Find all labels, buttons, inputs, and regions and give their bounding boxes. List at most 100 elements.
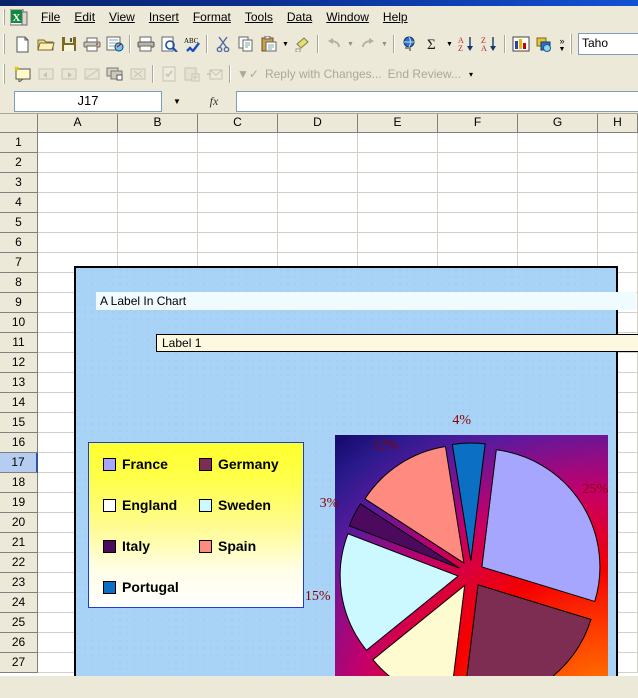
menu-item-view[interactable]: View bbox=[102, 7, 142, 27]
legend-entry-portugal[interactable]: Portugal bbox=[103, 580, 179, 594]
row-header-17[interactable]: 17 bbox=[0, 453, 38, 473]
cell-A4[interactable] bbox=[38, 193, 118, 213]
legend-entry-sweden[interactable]: Sweden bbox=[199, 498, 271, 512]
cell-D5[interactable] bbox=[278, 213, 358, 233]
formula-input[interactable] bbox=[236, 90, 638, 112]
autosum-icon[interactable]: Σ bbox=[421, 33, 444, 55]
cell-G1[interactable] bbox=[518, 133, 598, 153]
row-header-26[interactable]: 26 bbox=[0, 633, 38, 653]
row-header-4[interactable]: 4 bbox=[0, 193, 38, 213]
menu-item-insert[interactable]: Insert bbox=[142, 7, 186, 27]
row-header-12[interactable]: 12 bbox=[0, 353, 38, 373]
cell-D1[interactable] bbox=[278, 133, 358, 153]
row-header-5[interactable]: 5 bbox=[0, 213, 38, 233]
menu-bar-gripper[interactable] bbox=[3, 9, 7, 25]
name-box[interactable]: J17 bbox=[14, 90, 162, 112]
chart-text-label-a[interactable]: A Label In Chart bbox=[96, 292, 636, 310]
row-header-23[interactable]: 23 bbox=[0, 573, 38, 593]
column-header-a[interactable]: A bbox=[38, 114, 118, 133]
menu-item-file[interactable]: File bbox=[34, 7, 67, 27]
cell-H2[interactable] bbox=[598, 153, 638, 173]
row-header-16[interactable]: 16 bbox=[0, 433, 38, 453]
worksheet-grid[interactable]: ABCDEFGH 1 2 3 4 5 6 7 8 9 10 11 12 13 14 15 16 17 18 19 20… bbox=[0, 114, 638, 676]
cell-H1[interactable] bbox=[598, 133, 638, 153]
row-header-20[interactable]: 20 bbox=[0, 513, 38, 533]
format-painter-icon[interactable] bbox=[291, 33, 314, 55]
next-comment-icon[interactable] bbox=[57, 63, 80, 85]
menu-item-data[interactable]: Data bbox=[280, 7, 319, 27]
cell-F2[interactable] bbox=[438, 153, 518, 173]
chart-wizard-icon[interactable] bbox=[509, 33, 532, 55]
cell-E4[interactable] bbox=[358, 193, 438, 213]
legend-entry-italy[interactable]: Italy bbox=[103, 539, 150, 553]
cell-A2[interactable] bbox=[38, 153, 118, 173]
cell-B3[interactable] bbox=[118, 173, 198, 193]
row-header-7[interactable]: 7 bbox=[0, 253, 38, 273]
chart-plot-area[interactable]: 25%20%11%15%3%12%4% bbox=[305, 413, 608, 676]
cell-E1[interactable] bbox=[358, 133, 438, 153]
cell-F4[interactable] bbox=[438, 193, 518, 213]
menu-item-window[interactable]: Window bbox=[319, 7, 376, 27]
cell-H3[interactable] bbox=[598, 173, 638, 193]
open-icon[interactable] bbox=[34, 33, 57, 55]
reviewing-toolbar-gripper[interactable] bbox=[3, 64, 7, 84]
row-header-13[interactable]: 13 bbox=[0, 373, 38, 393]
cell-C3[interactable] bbox=[198, 173, 278, 193]
row-header-8[interactable]: 8 bbox=[0, 273, 38, 293]
name-box-chevron-down-icon[interactable]: ▼ bbox=[162, 92, 192, 111]
cell-H5[interactable] bbox=[598, 213, 638, 233]
cell-F6[interactable] bbox=[438, 233, 518, 253]
cut-icon[interactable] bbox=[211, 33, 234, 55]
menu-item-tools[interactable]: Tools bbox=[238, 7, 280, 27]
legend-entry-france[interactable]: France bbox=[103, 457, 168, 471]
redo-chevron-down-icon[interactable]: ▼ bbox=[379, 33, 390, 55]
cell-G3[interactable] bbox=[518, 173, 598, 193]
cell-G4[interactable] bbox=[518, 193, 598, 213]
cell-B5[interactable] bbox=[118, 213, 198, 233]
row-header-10[interactable]: 10 bbox=[0, 313, 38, 333]
column-header-c[interactable]: C bbox=[198, 114, 278, 133]
pie-slice-germany[interactable] bbox=[464, 584, 592, 676]
cell-D4[interactable] bbox=[278, 193, 358, 213]
column-header-e[interactable]: E bbox=[358, 114, 438, 133]
send-to-mail-recipient-icon[interactable] bbox=[203, 63, 226, 85]
cell-A1[interactable] bbox=[38, 133, 118, 153]
delete-comment-icon[interactable] bbox=[126, 63, 149, 85]
permission-icon[interactable] bbox=[103, 33, 126, 55]
column-header-d[interactable]: D bbox=[278, 114, 358, 133]
reviewing-toolbar-overflow-chevron-down-icon[interactable]: ▾ bbox=[464, 70, 478, 79]
row-header-22[interactable]: 22 bbox=[0, 553, 38, 573]
copy-icon[interactable] bbox=[234, 33, 257, 55]
cell-C6[interactable] bbox=[198, 233, 278, 253]
chart-object[interactable]: A Label In Chart Label 1 France Germany En… bbox=[74, 266, 638, 676]
cell-H6[interactable] bbox=[598, 233, 638, 253]
show-all-comments-icon[interactable] bbox=[103, 63, 126, 85]
end-review-button[interactable]: End Review... bbox=[385, 67, 464, 81]
cell-F5[interactable] bbox=[438, 213, 518, 233]
undo-icon[interactable] bbox=[322, 33, 345, 55]
cell-C4[interactable] bbox=[198, 193, 278, 213]
toolbar-overflow-button[interactable]: » ▼ bbox=[555, 31, 569, 57]
cell-A6[interactable] bbox=[38, 233, 118, 253]
menu-item-edit[interactable]: Edit bbox=[67, 7, 102, 27]
row-header-24[interactable]: 24 bbox=[0, 593, 38, 613]
row-header-3[interactable]: 3 bbox=[0, 173, 38, 193]
paste-options-chevron-down-icon[interactable]: ▼ bbox=[280, 33, 291, 55]
pie-slice-france[interactable] bbox=[481, 449, 601, 603]
paste-icon[interactable] bbox=[257, 33, 280, 55]
cell-E3[interactable] bbox=[358, 173, 438, 193]
legend-entry-spain[interactable]: Spain bbox=[199, 539, 256, 553]
cell-E6[interactable] bbox=[358, 233, 438, 253]
cell-E2[interactable] bbox=[358, 153, 438, 173]
previous-comment-icon[interactable] bbox=[34, 63, 57, 85]
drawing-icon[interactable] bbox=[532, 33, 555, 55]
legend-entry-germany[interactable]: Germany bbox=[199, 457, 279, 471]
redo-icon[interactable] bbox=[356, 33, 379, 55]
cell-G2[interactable] bbox=[518, 153, 598, 173]
row-header-18[interactable]: 18 bbox=[0, 473, 38, 493]
column-header-g[interactable]: G bbox=[518, 114, 598, 133]
cell-F3[interactable] bbox=[438, 173, 518, 193]
row-header-21[interactable]: 21 bbox=[0, 533, 38, 553]
spelling-icon[interactable]: ABC bbox=[180, 33, 203, 55]
hyperlink-icon[interactable] bbox=[398, 33, 421, 55]
